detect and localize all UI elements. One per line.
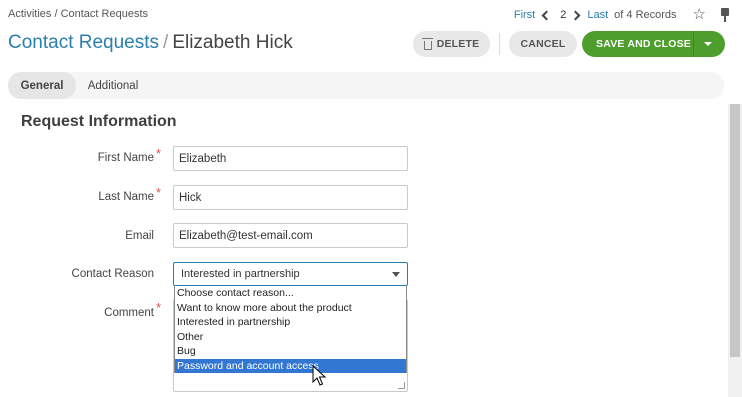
first-name-label: First Name: [97, 152, 154, 164]
contact-reason-value: Interested in partnership: [181, 268, 300, 280]
caret-down-icon[interactable]: [704, 42, 712, 46]
chevron-right-icon[interactable]: [570, 10, 581, 20]
required-marker: *: [156, 185, 162, 200]
email-label: Email: [125, 230, 154, 242]
resize-grip-icon[interactable]: [398, 382, 405, 389]
breadcrumb[interactable]: Activities / Contact Requests: [8, 8, 148, 20]
delete-button-label: DELETE: [436, 38, 480, 50]
cancel-button[interactable]: CANCEL: [509, 31, 577, 57]
save-and-close-label: SAVE AND CLOSE: [596, 38, 691, 50]
star-icon[interactable]: ☆: [693, 7, 706, 22]
save-split-divider: [693, 31, 694, 57]
pager-current: 2: [560, 9, 567, 21]
last-name-input[interactable]: Hick: [173, 185, 408, 210]
comment-label: Comment: [104, 307, 154, 319]
email-input[interactable]: Elizabeth@test-email.com: [173, 223, 408, 248]
dropdown-option[interactable]: Bug: [175, 344, 406, 359]
record-name: Elizabeth Hick: [172, 32, 293, 53]
dropdown-option-highlighted[interactable]: Password and account access: [175, 358, 406, 373]
page-scrollbar[interactable]: [728, 104, 742, 397]
tab-general[interactable]: General: [8, 72, 76, 99]
required-marker: *: [156, 146, 162, 161]
section-title: Request Information: [21, 113, 177, 130]
save-and-close-button[interactable]: SAVE AND CLOSE: [582, 31, 725, 57]
dropdown-option[interactable]: Choose contact reason...: [175, 286, 406, 301]
contact-reason-dropdown: Choose contact reason... Want to know mo…: [174, 286, 407, 373]
dropdown-option[interactable]: Other: [175, 330, 406, 345]
first-name-input[interactable]: Elizabeth: [173, 146, 408, 171]
chevron-left-icon[interactable]: [541, 10, 552, 20]
required-marker: *: [156, 300, 162, 315]
entity-title-link[interactable]: Contact Requests: [8, 32, 159, 53]
dropdown-option[interactable]: Interested in partnership: [175, 315, 406, 330]
pager-count: of 4 Records: [614, 9, 677, 21]
trash-icon: [421, 37, 433, 50]
record-pager: First 2 Last of 4 Records ☆: [514, 7, 730, 23]
pager-first-link[interactable]: First: [514, 9, 535, 21]
page-title: Contact Requests / Elizabeth Hick: [8, 32, 293, 54]
contact-reason-select[interactable]: Interested in partnership: [173, 262, 408, 286]
dropdown-option[interactable]: Want to know more about the product: [175, 301, 406, 316]
chevron-down-icon: [392, 272, 400, 277]
last-name-label: Last Name: [98, 191, 154, 203]
tab-additional[interactable]: Additional: [80, 72, 146, 99]
pin-icon[interactable]: [720, 8, 730, 22]
pager-last-link[interactable]: Last: [587, 9, 608, 21]
scrollbar-thumb[interactable]: [730, 104, 740, 357]
tab-bar: General Additional: [8, 72, 724, 99]
title-separator: /: [163, 32, 169, 53]
action-divider: [499, 33, 500, 55]
contact-reason-label: Contact Reason: [71, 268, 154, 280]
mouse-cursor-icon: [312, 365, 326, 386]
delete-button[interactable]: DELETE: [413, 31, 490, 57]
